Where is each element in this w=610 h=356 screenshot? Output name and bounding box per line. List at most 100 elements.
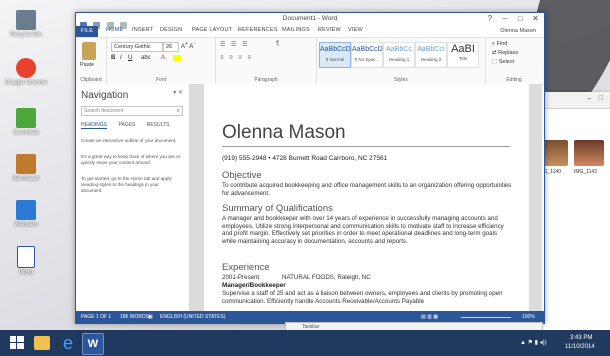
navigation-pane: Navigation ▾ ✕ Search document ⌕ HEADING… <box>76 84 190 311</box>
ribbon: Paste Clipboard Century Gothic 26 A+ A- … <box>76 37 544 85</box>
styles-group: AaBbCcDc ¶ Normal AaBbCcDc ¶ No Spac... … <box>317 38 486 84</box>
desktop-icon-chrome[interactable]: Google Chrome <box>2 58 50 86</box>
tab-page-layout[interactable]: PAGE LAYOUT <box>192 27 232 33</box>
align-icon[interactable]: ≡ ≡ ≡ ≡ <box>220 55 253 61</box>
clock-time[interactable]: 3:43 PM <box>570 335 592 341</box>
maximize-icon[interactable]: □ <box>514 14 527 23</box>
desktop-icon-label: Google Chrome <box>4 80 48 86</box>
language[interactable]: ENGLISH (UNITED STATES) <box>160 314 225 320</box>
close-icon[interactable]: ▾ ✕ <box>173 89 183 96</box>
tab-design[interactable]: DESIGN <box>160 27 182 33</box>
proofing-icon[interactable]: ▣ <box>148 314 153 320</box>
style-name: Title <box>458 56 468 61</box>
photo-caption: IMG_1142 <box>574 169 597 175</box>
desktop-icon-word[interactable]: Word <box>2 246 50 276</box>
job-dates: 2001-Present <box>222 274 260 281</box>
user-account[interactable]: Olenna Mason <box>500 28 536 34</box>
strikethrough-icon[interactable]: abc <box>141 55 151 61</box>
navigation-search-input[interactable]: Search document ⌕ <box>81 106 183 116</box>
tab-references[interactable]: REFERENCES <box>238 27 278 33</box>
recycle-bin-icon <box>16 10 36 30</box>
desktop-icon-webcam[interactable]: Webcam <box>2 200 50 228</box>
navigation-help-text: Create an interactive outline of your do… <box>81 138 177 143</box>
font-color-icon[interactable]: A <box>161 55 165 61</box>
style-heading-1[interactable]: AaBbCc Heading 1 <box>383 42 415 68</box>
find-button[interactable]: ⌕ Find <box>492 41 507 48</box>
desktop-icon-bandicam[interactable]: Bandicam <box>2 154 50 182</box>
tab-view[interactable]: VIEW <box>348 27 363 33</box>
minimize-icon[interactable]: – <box>587 95 591 102</box>
tab-results[interactable]: RESULTS <box>147 122 170 128</box>
objective-text: To contribute acquired bookkeeping and o… <box>222 182 512 197</box>
style-name: ¶ No Spac... <box>354 57 380 62</box>
search-icon[interactable]: ⌕ <box>177 107 180 115</box>
style-heading-2[interactable]: AaBbCcI Heading 2 <box>415 42 447 68</box>
paste-icon[interactable] <box>82 42 96 60</box>
internet-explorer-icon[interactable]: e <box>58 333 78 353</box>
select-button[interactable]: ⬚ Select <box>492 59 514 65</box>
close-icon[interactable]: ✕ <box>529 14 542 23</box>
desktop-icon-label: Webcam <box>14 222 38 228</box>
read-mode-icon[interactable]: ▤ ▥ ▦ <box>421 314 438 320</box>
divider <box>222 146 510 147</box>
navigation-help-text: To get started, go to the Home tab and a… <box>81 176 172 193</box>
style-normal[interactable]: AaBbCcDc ¶ Normal <box>319 42 355 68</box>
style-sample: AaBbCcDc <box>320 46 355 53</box>
experience-heading: Experience <box>222 262 270 273</box>
navigation-tabs: HEADINGS PAGES RESULTS <box>81 122 179 129</box>
tab-pages[interactable]: PAGES <box>119 122 136 128</box>
job-title: Manager/Bookkeeper <box>222 282 286 289</box>
underline-button[interactable]: U <box>128 55 132 61</box>
desktop-icon-label: Word <box>18 270 34 276</box>
zoom-slider[interactable] <box>461 317 511 318</box>
highlight-icon[interactable] <box>173 55 181 61</box>
file-explorer-icon[interactable] <box>34 336 50 350</box>
summary-text: A manager and bookkeeper with over 14 ye… <box>222 215 504 245</box>
minimize-icon[interactable]: – <box>499 14 512 23</box>
font-size-box[interactable]: 26 <box>163 42 179 52</box>
style-no-spacing[interactable]: AaBbCcDc ¶ No Spac... <box>351 42 386 68</box>
resume-name: Olenna Mason <box>222 122 346 143</box>
zoom-level[interactable]: 100% <box>522 314 535 320</box>
resume-contact: (919) 555-2948 • 4728 Burnett Road Carrb… <box>222 155 388 162</box>
start-button[interactable] <box>8 333 28 353</box>
style-sample: AaBbCc <box>386 46 412 53</box>
font-name-box[interactable]: Century Gothic <box>111 42 163 52</box>
document-page[interactable]: Olenna Mason (919) 555-2948 • 4728 Burne… <box>204 84 529 311</box>
bold-button[interactable]: B <box>111 55 115 61</box>
italic-button[interactable]: I <box>120 55 122 61</box>
style-sample: AaBbCcI <box>417 46 445 53</box>
show-marks-icon[interactable]: ¶ <box>276 41 279 47</box>
grow-font-icon[interactable]: A+ A- <box>181 41 195 50</box>
tab-insert[interactable]: INSERT <box>132 27 153 33</box>
paste-button[interactable]: Paste <box>80 62 94 68</box>
tab-headings[interactable]: HEADINGS <box>81 122 108 129</box>
clock-date[interactable]: 11/10/2014 <box>565 344 595 350</box>
chrome-icon <box>16 58 36 78</box>
taskbar: e W ▲ ⚑ ▮ ◂)) 3:43 PM 11/10/2014 <box>0 330 610 356</box>
tab-home[interactable]: HOME <box>106 27 123 33</box>
job-company: NATURAL FOODS, Raleigh, NC <box>282 274 371 281</box>
help-icon[interactable]: ? <box>483 14 496 23</box>
tab-file[interactable]: FILE <box>76 26 98 37</box>
tab-review[interactable]: REVIEW <box>318 27 341 33</box>
word-window[interactable]: Document1 - Word ? – □ ✕ FILE HOME INSER… <box>75 12 545 324</box>
desktop-icon-recycle-bin[interactable]: Recycle Bin <box>2 10 50 38</box>
desktop-icon-label: Recycle Bin <box>10 32 42 38</box>
tray-icons[interactable]: ▲ ⚑ ▮ ◂)) <box>520 339 547 346</box>
group-label: Paragraph <box>254 77 278 83</box>
navigation-title: Navigation <box>81 90 129 101</box>
word-count[interactable]: 186 WORDS <box>120 314 149 320</box>
paragraph-group: ☰ ☰ ☰ ≡ ≡ ≡ ≡ ¶ Paragraph <box>216 38 317 84</box>
tab-mailings[interactable]: MAILINGS <box>282 27 310 33</box>
replace-button[interactable]: ⇄ Replace <box>492 50 518 56</box>
maximize-icon[interactable]: □ <box>599 95 603 102</box>
style-title[interactable]: AaBI Title <box>447 42 479 68</box>
job-text: Supervise a staff of 25 and act as a lia… <box>222 290 503 305</box>
page-count[interactable]: PAGE 1 OF 1 <box>81 314 111 320</box>
desktop-icon-camtasia[interactable]: Camtasia <box>2 108 50 136</box>
clipboard-group: Paste Clipboard <box>76 38 107 84</box>
photo-thumbnail[interactable] <box>574 140 604 166</box>
bullets-icon[interactable]: ☰ ☰ ☰ <box>220 41 249 48</box>
word-taskbar-icon[interactable]: W <box>82 333 104 355</box>
